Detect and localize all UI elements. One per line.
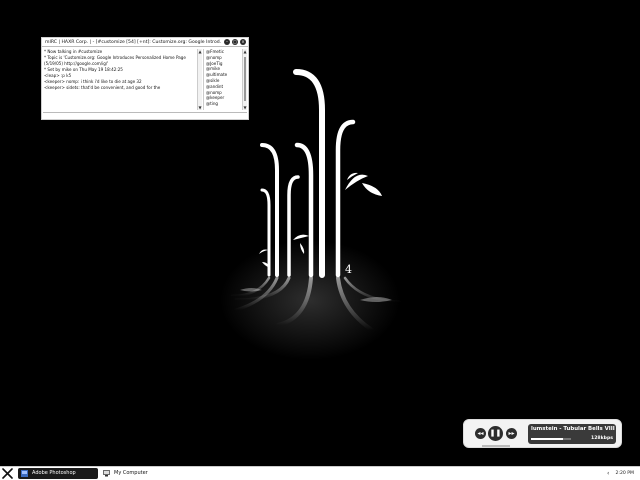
irc-title-bar[interactable]: mIRC | HAXR Corp. | - [#customize [54] [… xyxy=(42,38,248,47)
irc-window-title: mIRC | HAXR Corp. | - [#customize [54] [… xyxy=(45,40,221,45)
media-player[interactable]: ◂◂ ❚❚ ▸▸ lumstein - Tubular Bells VIII 1… xyxy=(463,419,622,448)
taskbar: Adobe Photoshop My Computer ‹ 2:20 PM xyxy=(0,466,640,480)
scroll-up-icon[interactable]: ▲ xyxy=(243,49,247,54)
scroll-down-icon[interactable]: ▼ xyxy=(243,105,247,110)
minimize-button[interactable]: – xyxy=(224,39,230,45)
track-progress-bar[interactable] xyxy=(531,438,571,440)
scrollbar-thumb[interactable] xyxy=(244,57,246,101)
scroll-down-icon[interactable]: ▼ xyxy=(198,105,202,110)
nicklist-scrollbar[interactable]: ▲ ▼ xyxy=(242,49,247,110)
previous-track-button[interactable]: ◂◂ xyxy=(475,428,486,439)
irc-nick-list[interactable]: @Fmetic @nomp @JoeTig @mike @ultimate @sikle @… xyxy=(203,49,241,110)
irc-chat-log[interactable]: * Now talking in #customize * Topic is 'C… xyxy=(44,49,195,110)
scroll-up-icon[interactable]: ▲ xyxy=(198,49,202,54)
volume-slider[interactable] xyxy=(482,445,510,447)
photoshop-icon xyxy=(21,470,28,477)
irc-message-input[interactable] xyxy=(43,112,247,119)
computer-icon xyxy=(103,470,110,477)
irc-window[interactable]: mIRC | HAXR Corp. | - [#customize [54] [… xyxy=(41,37,249,120)
player-display: lumstein - Tubular Bells VIII 128kbps xyxy=(528,424,616,444)
track-title: lumstein - Tubular Bells VIII xyxy=(531,426,615,432)
next-track-button[interactable]: ▸▸ xyxy=(506,428,517,439)
tray-expand-icon[interactable]: ‹ xyxy=(607,468,609,479)
taskbar-item-photoshop[interactable]: Adobe Photoshop xyxy=(18,468,98,479)
system-clock[interactable]: 2:20 PM xyxy=(615,468,634,479)
play-pause-button[interactable]: ❚❚ xyxy=(488,426,503,441)
wallpaper-number: 4 xyxy=(345,263,352,276)
start-menu-icon[interactable] xyxy=(2,468,13,479)
nick-list-item[interactable]: @ting xyxy=(206,101,241,107)
bitrate-label: 128kbps xyxy=(591,436,613,441)
taskbar-item-label: Adobe Photoshop xyxy=(32,470,76,476)
chat-scrollbar[interactable]: ▲ ▼ xyxy=(197,49,202,110)
track-progress-fill xyxy=(531,438,563,440)
taskbar-item-label: My Computer xyxy=(114,470,148,476)
taskbar-item-my-computer[interactable]: My Computer xyxy=(100,468,180,479)
restore-button[interactable]: □ xyxy=(232,39,238,45)
close-button[interactable]: × xyxy=(240,39,246,45)
chat-message: <keeper> sidets: that'd be convenient, a… xyxy=(44,85,161,90)
